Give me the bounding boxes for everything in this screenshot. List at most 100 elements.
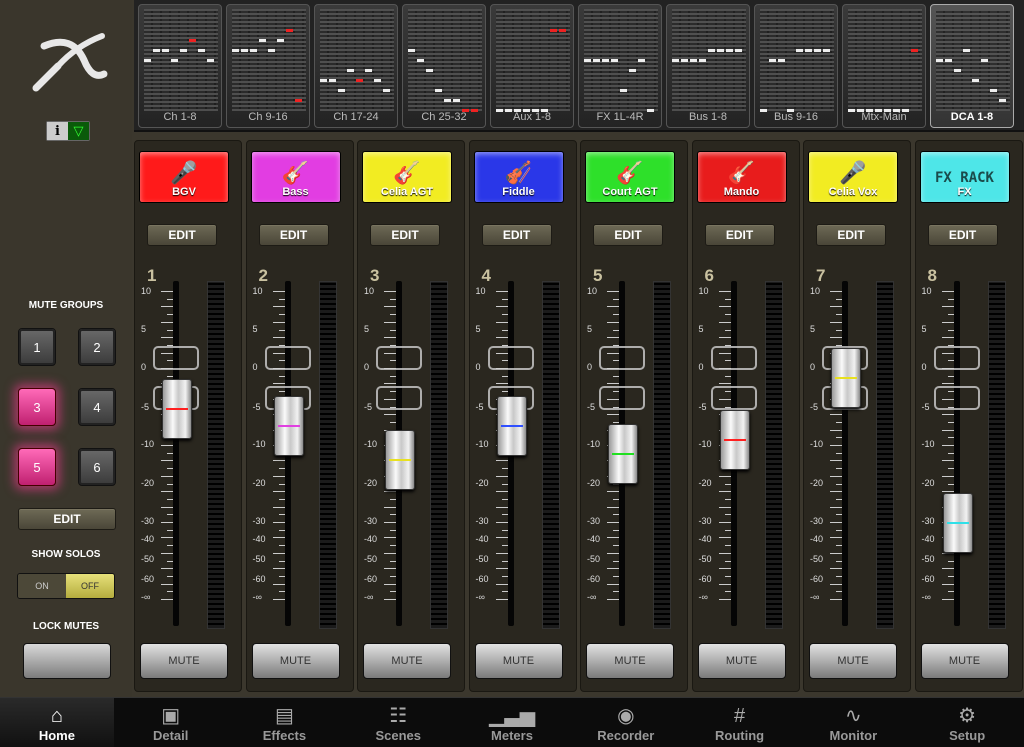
- setup-icon: ⚙: [958, 705, 977, 727]
- tab-recorder[interactable]: ◉ Recorder: [569, 698, 683, 747]
- bank-fader-indicator: [681, 59, 688, 62]
- bank-dca-1-8[interactable]: DCA 1-8: [930, 4, 1014, 128]
- mute-group-3-button[interactable]: 3: [18, 388, 56, 426]
- channel-fader[interactable]: [385, 430, 415, 491]
- channel-mute-button[interactable]: MUTE: [474, 643, 563, 679]
- channel-edit-button[interactable]: EDIT: [704, 224, 775, 246]
- tab-home[interactable]: ⌂ Home: [0, 698, 114, 747]
- bank-meter-grid: [232, 9, 306, 111]
- mute-group-4-button[interactable]: 4: [78, 388, 116, 426]
- mute-group-6-button[interactable]: 6: [78, 448, 116, 486]
- bank-aux-1-8[interactable]: Aux 1-8: [490, 4, 574, 128]
- tab-effects[interactable]: ▤ Effects: [228, 698, 342, 747]
- channel-mute-button[interactable]: MUTE: [251, 643, 340, 679]
- scale-label: -5: [921, 402, 930, 412]
- channel-edit-button[interactable]: EDIT: [927, 224, 998, 246]
- unity-marker: [376, 346, 422, 370]
- channel-3-name-button[interactable]: 🎸 Celia AGT: [362, 151, 452, 203]
- channel-4-name-button[interactable]: 🎻 Fiddle: [473, 151, 564, 203]
- scale-label: -20: [810, 478, 824, 488]
- channel-mute-button[interactable]: MUTE: [140, 643, 228, 679]
- bank-fader-indicator: [383, 89, 390, 92]
- toggle-off-option[interactable]: OFF: [66, 574, 114, 598]
- tab-routing[interactable]: # Routing: [683, 698, 797, 747]
- channel-fader[interactable]: [719, 409, 750, 470]
- bank-ch-1-8[interactable]: Ch 1-8: [138, 4, 222, 128]
- channel-mute-button[interactable]: MUTE: [697, 643, 786, 679]
- channel-edit-button[interactable]: EDIT: [370, 224, 440, 246]
- fader-scale: 10 5 0 -5 -10 -20 -30 -40 -50 -60 -∞: [135, 286, 175, 611]
- tab-meters[interactable]: ▁▃▅ Meters: [455, 698, 569, 747]
- level-meter: [541, 281, 560, 629]
- channel-strip: 🎸 Court AGT EDIT 5 10 5 0 -5 -10 -20 -30 -40 -50 -60-…: [580, 140, 688, 692]
- channel-fader[interactable]: [831, 347, 861, 408]
- channel-fader[interactable]: [273, 395, 304, 456]
- channel-edit-button[interactable]: EDIT: [481, 224, 552, 246]
- fader-color-line: [277, 424, 300, 427]
- bank-meter-grid: [496, 9, 570, 111]
- channel-fader[interactable]: [608, 423, 638, 484]
- show-solos-toggle[interactable]: ON OFF: [17, 573, 115, 599]
- bank-bus-9-16[interactable]: Bus 9-16: [754, 4, 838, 128]
- bank-label: Ch 17-24: [333, 111, 379, 123]
- fader-track: [842, 281, 848, 626]
- channel-2-name-button[interactable]: 🎸 Bass: [250, 151, 341, 203]
- bank-fader-indicator: [295, 99, 302, 102]
- channel-name: Celia AGT: [380, 186, 434, 198]
- tab-monitor[interactable]: ∿ Monitor: [796, 698, 910, 747]
- scale-label: 10: [587, 286, 598, 296]
- channel-edit-button[interactable]: EDIT: [816, 224, 886, 246]
- bank-ch-25-32[interactable]: Ch 25-32: [402, 4, 486, 128]
- mute-groups-edit-button[interactable]: EDIT: [18, 508, 116, 530]
- bank-bus-1-8[interactable]: Bus 1-8: [666, 4, 750, 128]
- bank-fader-indicator: [559, 29, 566, 32]
- scale-label: -10: [810, 439, 824, 449]
- channel-5-name-button[interactable]: 🎸 Court AGT: [585, 151, 675, 203]
- scale-label: -50: [587, 554, 601, 564]
- toggle-on-option[interactable]: ON: [18, 574, 66, 598]
- bank-fader-indicator: [189, 39, 196, 42]
- mute-group-5-button[interactable]: 5: [18, 448, 56, 486]
- tab-setup[interactable]: ⚙ Setup: [910, 698, 1024, 747]
- info-icon[interactable]: i: [47, 122, 68, 140]
- channel-edit-button[interactable]: EDIT: [147, 224, 217, 246]
- scale-label: -40: [921, 534, 935, 544]
- fader-color-line: [835, 376, 857, 379]
- channel-8-name-button[interactable]: FX RACK FX: [919, 151, 1010, 203]
- channel-6-name-button[interactable]: 🎸 Mando: [696, 151, 787, 203]
- channel-fader[interactable]: [496, 395, 527, 456]
- bank-mtx-main[interactable]: Mtx-Main: [842, 4, 926, 128]
- channel-edit-button[interactable]: EDIT: [258, 224, 329, 246]
- scale-label: 5: [141, 324, 147, 334]
- channel-mute-button[interactable]: MUTE: [809, 643, 897, 679]
- channel-1-name-button[interactable]: 🎤 BGV: [139, 151, 229, 203]
- mute-group-2-button[interactable]: 2: [78, 328, 116, 366]
- mute-group-1-button[interactable]: 1: [18, 328, 56, 366]
- scale-label: 5: [364, 324, 370, 334]
- fader-color-line: [612, 452, 634, 455]
- channel-mute-button[interactable]: MUTE: [363, 643, 451, 679]
- scale-label: -10: [475, 439, 489, 449]
- channel-fader[interactable]: [942, 492, 973, 553]
- bass-guitar-icon: 🎸: [281, 160, 310, 185]
- scale-label: -50: [141, 554, 155, 564]
- tab-scenes[interactable]: ☷ Scenes: [341, 698, 455, 747]
- bank-ch-17-24[interactable]: Ch 17-24: [314, 4, 398, 128]
- level-meter: [987, 281, 1006, 629]
- bank-fader-indicator: [805, 49, 812, 52]
- scale-label: -40: [475, 534, 489, 544]
- channel-mute-button[interactable]: MUTE: [586, 643, 674, 679]
- bank-fx-1l-4r[interactable]: FX 1L-4R: [578, 4, 662, 128]
- channel-fader[interactable]: [162, 378, 192, 439]
- scale-label: -20: [252, 478, 266, 488]
- detail-icon: ▣: [161, 705, 181, 727]
- channel-edit-button[interactable]: EDIT: [593, 224, 663, 246]
- lock-mutes-button[interactable]: [23, 643, 111, 679]
- info-wifi-status[interactable]: i ▽: [46, 121, 90, 141]
- bank-ch-9-16[interactable]: Ch 9-16: [226, 4, 310, 128]
- channel-7-name-button[interactable]: 🎤 Celia Vox: [808, 151, 898, 203]
- scale-label: -40: [141, 534, 155, 544]
- tab-detail[interactable]: ▣ Detail: [114, 698, 228, 747]
- unity-marker: [487, 346, 534, 370]
- channel-mute-button[interactable]: MUTE: [920, 643, 1009, 679]
